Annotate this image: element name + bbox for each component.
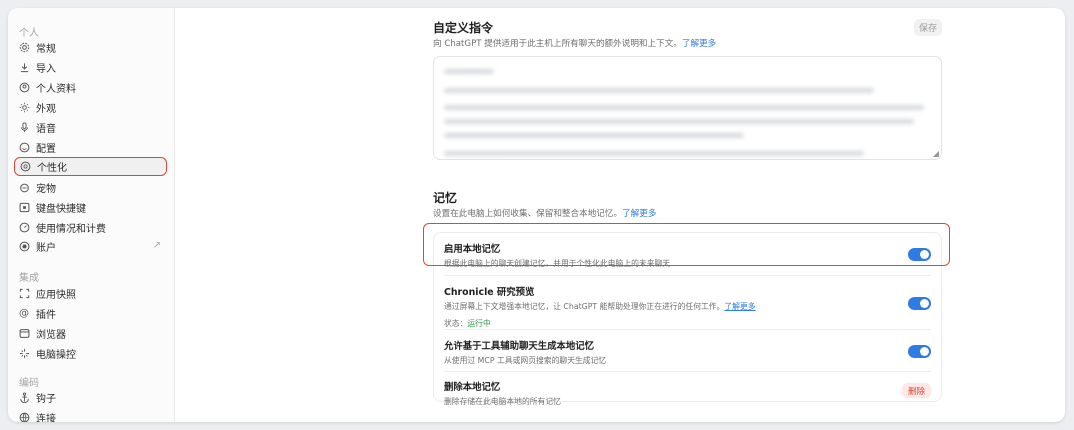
microphone-icon: [18, 122, 30, 134]
account-icon: [18, 241, 30, 253]
sidebar-item-profile[interactable]: 个人资料: [14, 78, 167, 97]
sidebar-item-pet[interactable]: 宠物: [14, 178, 167, 197]
custom-instructions-description: 向 ChatGPT 提供适用于此主机上所有聊天的额外说明和上下文。了解更多: [433, 37, 716, 49]
globe-icon: [18, 412, 30, 422]
blurred-text-line: [444, 151, 864, 156]
blurred-text-line: [444, 69, 494, 74]
sidebar-item-appearance[interactable]: 外观: [14, 98, 167, 117]
chronicle-learn-more-link[interactable]: 了解更多: [724, 302, 755, 311]
sidebar-item-connections[interactable]: 连接: [14, 408, 167, 422]
setting-title: 允许基于工具辅助聊天生成本地记忆: [444, 341, 595, 352]
save-button[interactable]: 保存: [914, 19, 942, 36]
sidebar-header-coding: 编码: [19, 378, 39, 389]
sidebar-item-label: 账户: [36, 243, 56, 254]
status-value: 运行中: [467, 319, 491, 328]
sidebar-header-personal: 个人: [19, 28, 39, 39]
user-circle-icon: [18, 82, 30, 94]
sun-icon: [18, 102, 30, 114]
sidebar-item-label: 插件: [36, 310, 56, 321]
memory-title: 记忆: [433, 191, 458, 205]
sidebar-item-label: 连接: [36, 414, 56, 422]
sidebar-item-label: 常规: [36, 44, 56, 55]
sidebar-item-import[interactable]: 导入: [14, 58, 167, 77]
download-icon: [18, 62, 30, 74]
browser-icon: [18, 328, 30, 340]
gauge-icon: [18, 222, 30, 234]
personalization-icon: [19, 161, 31, 173]
main-content: 自定义指令 向 ChatGPT 提供适用于此主机上所有聊天的额外说明和上下文。了…: [174, 8, 1065, 422]
sidebar-item-label: 键盘快捷键: [36, 204, 86, 215]
sidebar-item-label: 浏览器: [36, 330, 66, 341]
setting-description: 通过屏幕上下文增强本地记忆，让 ChatGPT 能帮助处理你正在进行的任何工作。…: [444, 301, 931, 312]
sidebar-item-label: 外观: [36, 104, 56, 115]
custom-instructions-textarea[interactable]: ◢: [433, 56, 942, 160]
sidebar-item-plugins[interactable]: @ 插件: [14, 304, 167, 323]
setting-row-tool-assisted-memory: 允许基于工具辅助聊天生成本地记忆 从使用过 MCP 工具或网页搜索的聊天生成记忆: [444, 338, 931, 366]
divider: [444, 275, 931, 276]
sidebar-item-keyboard-shortcuts[interactable]: 键盘快捷键: [14, 198, 167, 217]
anchor-icon: [18, 392, 30, 404]
smile-icon: [18, 142, 30, 154]
keyboard-icon: [18, 202, 30, 214]
custom-instructions-learn-more-link[interactable]: 了解更多: [682, 39, 716, 49]
sidebar-header-integrations: 集成: [19, 273, 39, 284]
sidebar-item-hooks[interactable]: 钩子: [14, 388, 167, 407]
resize-handle-icon[interactable]: ◢: [933, 149, 939, 158]
sidebar-item-label: 导入: [36, 64, 56, 75]
tool-assisted-memory-toggle[interactable]: [908, 345, 931, 358]
sidebar-item-personalization[interactable]: 个性化: [14, 157, 167, 176]
blurred-text-line: [444, 88, 874, 93]
sidebar-item-app-snapshot[interactable]: 应用快照: [14, 284, 167, 303]
blurred-text-line: [444, 105, 924, 110]
sidebar: 个人 常规 导入 个人资料 外观 语音 配置 个性化 宠物 键盘快捷键 使用情况…: [8, 8, 175, 422]
setting-row-delete-local-memory: 删除本地记忆 删除存储在此电脑本地的所有记忆 删除: [444, 379, 931, 407]
pet-icon: [18, 182, 30, 194]
setting-title: 删除本地记忆: [444, 382, 501, 393]
blurred-text-line: [444, 133, 744, 138]
sidebar-item-computer-control[interactable]: 电脑操控: [14, 344, 167, 363]
setting-title: Chronicle 研究预览: [444, 287, 535, 298]
sidebar-item-label: 个性化: [37, 163, 67, 174]
sidebar-item-label: 电脑操控: [36, 350, 76, 361]
sidebar-item-general[interactable]: 常规: [14, 38, 167, 57]
sidebar-item-label: 配置: [36, 144, 56, 155]
highlight-annotation-box: [423, 223, 950, 266]
external-arrow-icon: ↗: [152, 240, 161, 251]
sidebar-item-voice[interactable]: 语音: [14, 118, 167, 137]
blurred-text-line: [444, 119, 914, 124]
memory-learn-more-link[interactable]: 了解更多: [622, 209, 656, 219]
divider: [444, 329, 931, 330]
settings-window: 个人 常规 导入 个人资料 外观 语音 配置 个性化 宠物 键盘快捷键 使用情况…: [8, 8, 1065, 422]
divider: [444, 371, 931, 372]
sidebar-item-label: 钩子: [36, 394, 56, 405]
at-icon: @: [19, 308, 29, 319]
sidebar-item-label: 宠物: [36, 184, 56, 195]
custom-instructions-title: 自定义指令: [433, 21, 494, 35]
setting-description: 删除存储在此电脑本地的所有记忆: [444, 397, 561, 406]
memory-description-text: 设置在此电脑上如何收集、保留和整合本地记忆。: [433, 209, 623, 219]
setting-description: 从使用过 MCP 工具或网页搜索的聊天生成记忆: [444, 356, 607, 365]
chronicle-status: 状态：运行中: [444, 318, 931, 329]
sidebar-item-label: 个人资料: [36, 84, 76, 95]
chronicle-toggle[interactable]: [908, 297, 931, 310]
sidebar-item-account[interactable]: 账户 ↗: [14, 237, 167, 256]
sparkle-icon: [18, 348, 30, 360]
sidebar-item-browser[interactable]: 浏览器: [14, 324, 167, 343]
sidebar-item-label: 使用情况和计费: [36, 224, 106, 235]
snapshot-icon: [18, 288, 30, 300]
memory-description: 设置在此电脑上如何收集、保留和整合本地记忆。了解更多: [433, 207, 656, 219]
sidebar-item-label: 应用快照: [36, 290, 76, 301]
setting-description-text: 通过屏幕上下文增强本地记忆，让 ChatGPT 能帮助处理你正在进行的任何工作。: [444, 302, 725, 311]
gear-icon: [18, 42, 30, 54]
custom-instructions-description-text: 向 ChatGPT 提供适用于此主机上所有聊天的额外说明和上下文。: [433, 39, 682, 49]
sidebar-item-label: 语音: [36, 124, 56, 135]
setting-row-chronicle: Chronicle 研究预览 通过屏幕上下文增强本地记忆，让 ChatGPT 能…: [444, 284, 931, 329]
status-label: 状态：: [444, 319, 468, 328]
delete-local-memory-button[interactable]: 删除: [902, 383, 931, 398]
sidebar-item-usage-billing[interactable]: 使用情况和计费: [14, 218, 167, 237]
sidebar-item-config[interactable]: 配置: [14, 138, 167, 157]
